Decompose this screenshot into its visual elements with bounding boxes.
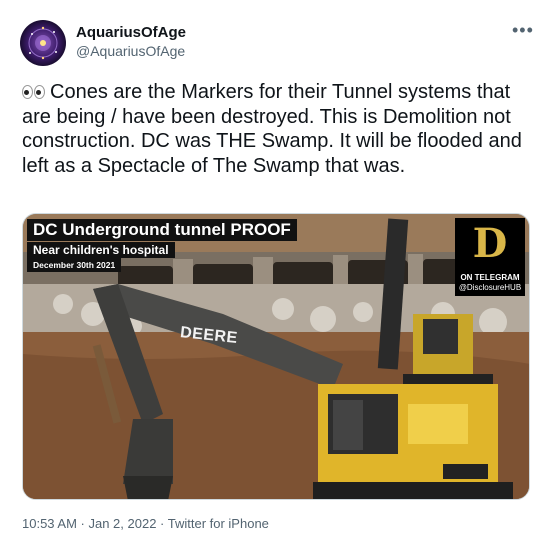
media-subtitle: Near children's hospital: [27, 242, 175, 258]
logo-letter: D: [472, 220, 508, 267]
media-title: DC Underground tunnel PROOF: [27, 219, 297, 241]
tweet-text-block: Cones are the Markers for their Tunnel s…: [22, 80, 522, 178]
tweet-text: Cones are the Markers for their Tunnel s…: [22, 81, 522, 177]
author-handle[interactable]: @AquariusOfAge: [76, 43, 185, 59]
logo-line2: @DisclosureHUB: [458, 283, 522, 292]
tweet-meta[interactable]: 10:53 AM · Jan 2, 2022 · Twitter for iPh…: [22, 516, 269, 531]
more-horizontal-icon[interactable]: •••: [512, 20, 534, 41]
avatar[interactable]: [20, 20, 66, 66]
media-date: December 30th 2021: [27, 258, 122, 272]
tweet-card: AquariusOfAge @AquariusOfAge ••• Cones a…: [0, 0, 554, 541]
eyes-emoji-icon: [22, 80, 46, 105]
logo-line1: ON TELEGRAM: [460, 273, 520, 282]
telegram-logo: D ON TELEGRAM @DisclosureHUB: [455, 218, 525, 296]
author-name[interactable]: AquariusOfAge: [76, 24, 186, 41]
tweet-media[interactable]: DC Underground tunnel PROOF Near childre…: [22, 213, 530, 500]
